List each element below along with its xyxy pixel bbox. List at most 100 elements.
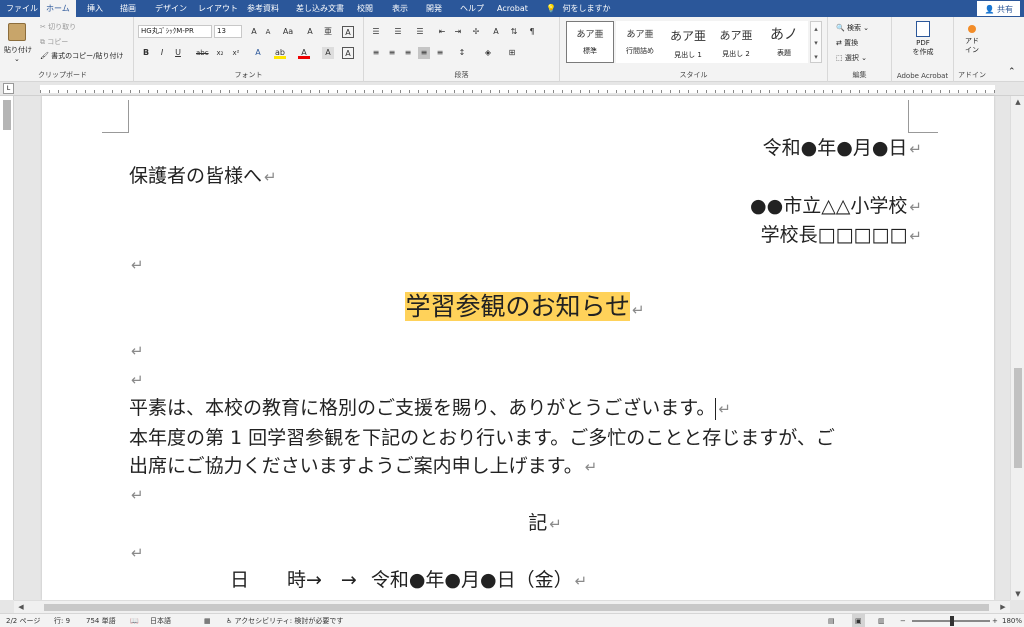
superscript-icon[interactable]: x²	[230, 47, 242, 59]
word-count[interactable]: 754 単語	[86, 614, 116, 627]
style-normal[interactable]: あア亜 標準	[566, 21, 614, 63]
empty-line[interactable]: ↵	[129, 482, 144, 507]
replace-button[interactable]: ⇄ 置換	[836, 38, 858, 48]
change-case-icon[interactable]: Aa	[282, 26, 294, 38]
font-size-dropdown[interactable]: 13	[214, 25, 242, 38]
empty-line[interactable]: ↵	[129, 252, 144, 277]
tab-review[interactable]: 校閲	[357, 0, 373, 17]
school-line[interactable]: ●●市立△△小学校 ↵	[750, 194, 922, 219]
empty-line[interactable]: ↵	[129, 540, 144, 565]
zoom-in-icon[interactable]: +	[992, 614, 998, 627]
bullets-icon[interactable]: ☰	[370, 26, 382, 38]
show-marks-icon[interactable]: ¶	[526, 26, 538, 38]
copy-button[interactable]: ⧉ コピー	[40, 37, 68, 47]
zoom-level[interactable]: 180%	[1002, 614, 1022, 627]
principal-line[interactable]: 学校長□□□□□ ↵	[761, 223, 922, 248]
vertical-scroll-thumb[interactable]	[1014, 368, 1022, 468]
tab-mailings[interactable]: 差し込み文書	[296, 0, 344, 17]
create-pdf-button[interactable]: PDF を作成	[906, 21, 940, 65]
highlight-color-icon[interactable]: ab	[274, 47, 286, 59]
format-painter-button[interactable]: 🖌 書式のコピー/貼り付け	[40, 51, 123, 61]
font-color-icon[interactable]: A	[298, 47, 310, 59]
shrink-font-icon[interactable]: A	[262, 26, 274, 38]
tab-file[interactable]: ファイル	[6, 0, 38, 17]
print-layout-icon[interactable]: ▣	[852, 614, 865, 627]
vertical-scrollbar[interactable]: ▲ ▼	[1010, 96, 1024, 600]
align-right-icon[interactable]: ≡	[402, 47, 414, 59]
styles-scroll[interactable]: ▴ ▾ ▾	[810, 21, 822, 63]
align-center-icon[interactable]: ≡	[386, 47, 398, 59]
distribute-icon[interactable]: ≡	[434, 47, 446, 59]
cut-button[interactable]: ✂ 切り取り	[40, 22, 76, 32]
tab-acrobat[interactable]: Acrobat	[497, 0, 528, 17]
char-border-icon[interactable]: A	[342, 47, 354, 59]
language[interactable]: 日本語	[150, 614, 171, 627]
chevron-up-icon[interactable]: ▴	[811, 22, 821, 36]
tab-draw[interactable]: 描画	[120, 0, 136, 17]
bold-icon[interactable]: B	[140, 47, 152, 59]
find-button[interactable]: 🔍 検索 ⌄	[836, 23, 869, 33]
style-title[interactable]: あノ 表題	[760, 21, 808, 63]
multilevel-list-icon[interactable]: ☰	[414, 26, 426, 38]
tab-references[interactable]: 参考資料	[247, 0, 279, 17]
accessibility-status[interactable]: ♿ アクセシビリティ: 検討が必要です	[226, 614, 343, 627]
align-left-icon[interactable]: ≡	[370, 47, 382, 59]
numbering-icon[interactable]: ☰	[392, 26, 404, 38]
body-paragraph-1[interactable]: 平素は、本校の教育に格別のご支援を賜り、ありがとうございます。 ↵	[129, 396, 731, 421]
text-direction-icon[interactable]: ✢	[470, 26, 482, 38]
text-effects-icon[interactable]: A	[252, 47, 264, 59]
read-mode-icon[interactable]: ▤	[828, 614, 835, 627]
tab-view[interactable]: 表示	[392, 0, 408, 17]
char-shading-icon[interactable]: A	[322, 47, 334, 59]
line-number[interactable]: 行: 9	[54, 614, 70, 627]
style-no-spacing[interactable]: あア亜 行間詰め	[616, 21, 664, 63]
zoom-slider[interactable]	[912, 616, 990, 626]
tab-design[interactable]: デザイン	[155, 0, 187, 17]
scroll-up-icon[interactable]: ▲	[1011, 96, 1024, 108]
asian-layout-icon[interactable]: A	[490, 26, 502, 38]
justify-icon[interactable]: ≡	[418, 47, 430, 59]
addressee-line[interactable]: 保護者の皆様へ ↵	[129, 164, 277, 189]
web-layout-icon[interactable]: ▥	[878, 614, 885, 627]
clear-format-icon[interactable]: A	[304, 26, 316, 38]
borders-icon[interactable]: ⊞	[506, 47, 518, 59]
tab-insert[interactable]: 挿入	[87, 0, 103, 17]
select-button[interactable]: ⬚ 選択 ⌄	[836, 53, 867, 63]
document-page[interactable]: 令和●年●月●日 ↵ 保護者の皆様へ ↵ ●●市立△△小学校 ↵ 学校長□□□□□ ↵ …	[42, 96, 994, 600]
macro-icon[interactable]: ▦	[204, 614, 211, 627]
tab-help[interactable]: ヘルプ	[460, 0, 484, 17]
font-name-dropdown[interactable]: HG丸ｺﾞｼｯｸM-PR	[138, 25, 212, 38]
strikethrough-icon[interactable]: abc	[196, 47, 209, 59]
zoom-slider-thumb[interactable]	[950, 616, 954, 626]
line-spacing-icon[interactable]: ↕	[456, 47, 468, 59]
empty-line[interactable]: ↵	[129, 338, 144, 363]
underline-icon[interactable]: U	[172, 47, 184, 59]
addin-button[interactable]: アド イン	[958, 21, 986, 65]
tab-selector-icon[interactable]: L	[3, 83, 14, 94]
tell-me-search[interactable]: 💡 何をしますか	[546, 0, 611, 17]
chevron-down-icon[interactable]: ▾	[811, 36, 821, 50]
paste-button[interactable]: 貼り付け ⌄	[4, 21, 32, 65]
italic-icon[interactable]: I	[156, 47, 168, 59]
ki-line[interactable]: 記 ↵	[42, 511, 994, 536]
page-count[interactable]: 2/2 ページ	[6, 614, 40, 627]
phonetic-guide-icon[interactable]: 亜	[322, 26, 334, 38]
horizontal-scroll-thumb[interactable]	[44, 604, 989, 611]
share-button[interactable]: 👤 共有	[977, 1, 1020, 16]
subscript-icon[interactable]: x₂	[214, 47, 226, 59]
sort-icon[interactable]: ⇅	[508, 26, 520, 38]
horizontal-scrollbar[interactable]: ◀ ▶	[14, 600, 1010, 613]
schedule-line[interactable]: 日 時→ → 令和●年●月●日（金） ↵	[230, 568, 587, 593]
enclosed-char-icon[interactable]: A	[342, 26, 354, 38]
decrease-indent-icon[interactable]: ⇤	[436, 26, 448, 38]
tab-home[interactable]: ホーム	[40, 0, 76, 17]
style-heading1[interactable]: あア亜 見出し 1	[664, 21, 712, 63]
tab-layout[interactable]: レイアウト	[198, 0, 238, 17]
zoom-out-icon[interactable]: −	[900, 614, 906, 627]
ruler-scale[interactable]	[40, 85, 995, 93]
tab-developer[interactable]: 開発	[426, 0, 442, 17]
increase-indent-icon[interactable]: ⇥	[452, 26, 464, 38]
shading-icon[interactable]: ◈	[482, 47, 494, 59]
title-line[interactable]: 学習参観のお知らせ ↵	[42, 290, 994, 327]
empty-line[interactable]: ↵	[129, 367, 144, 392]
